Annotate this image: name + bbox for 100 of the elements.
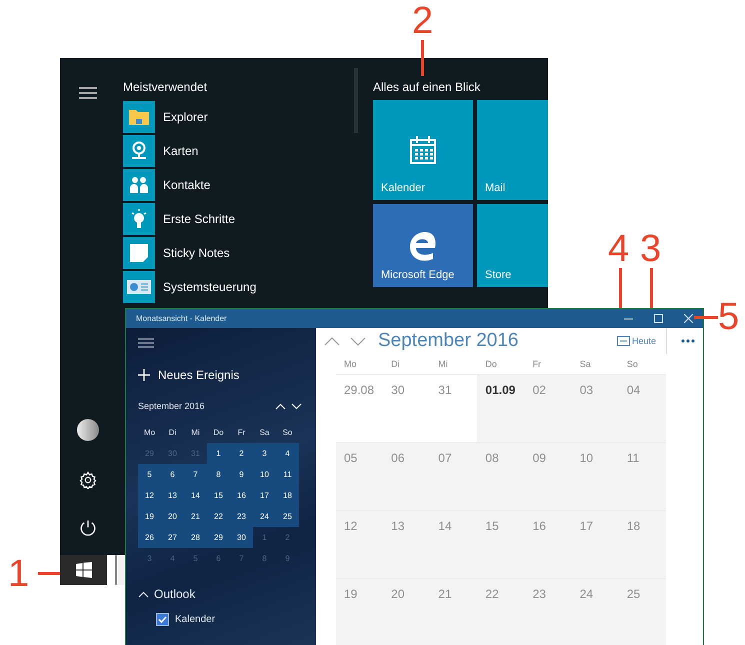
date-button[interactable]: 27 xyxy=(161,527,184,548)
date-button[interactable]: 29 xyxy=(138,443,161,464)
day-cell[interactable]: 03 xyxy=(572,375,619,442)
day-cell[interactable]: 18 xyxy=(618,511,666,578)
date-button[interactable]: 19 xyxy=(138,506,161,527)
date-button[interactable]: 5 xyxy=(138,464,161,485)
day-cell[interactable]: 14 xyxy=(430,511,478,578)
date-button[interactable]: 2 xyxy=(276,527,299,548)
day-cell[interactable]: 04 xyxy=(618,375,666,442)
date-button[interactable]: 2 xyxy=(230,443,253,464)
day-cell[interactable]: 06 xyxy=(383,443,430,510)
date-button[interactable]: 7 xyxy=(230,548,253,569)
app-list-item[interactable]: Sticky Notes xyxy=(115,236,355,270)
date-button[interactable]: 22 xyxy=(207,506,230,527)
date-button[interactable]: 21 xyxy=(184,506,207,527)
day-cell[interactable]: 24 xyxy=(572,579,619,645)
app-list-item[interactable]: Karten xyxy=(115,134,355,168)
date-button[interactable]: 17 xyxy=(253,485,276,506)
date-button[interactable]: 1 xyxy=(253,527,276,548)
menu-icon[interactable] xyxy=(138,336,154,350)
date-button[interactable]: 4 xyxy=(276,443,299,464)
date-button[interactable]: 1 xyxy=(207,443,230,464)
control-panel-icon xyxy=(127,280,151,294)
checkbox[interactable] xyxy=(156,613,169,626)
date-button[interactable]: 6 xyxy=(207,548,230,569)
tile-label: Kalender xyxy=(381,182,426,194)
date-button[interactable]: 25 xyxy=(276,506,299,527)
date-button[interactable]: 18 xyxy=(276,485,299,506)
date-button[interactable]: 8 xyxy=(253,548,276,569)
date-button[interactable]: 8 xyxy=(207,464,230,485)
app-list-item[interactable]: Erste Schritte xyxy=(115,202,355,236)
day-cell[interactable]: 21 xyxy=(430,579,478,645)
weekday-label: Fr xyxy=(236,427,246,439)
date-button[interactable]: 14 xyxy=(184,485,207,506)
date-button[interactable]: 20 xyxy=(161,506,184,527)
date-button[interactable]: 9 xyxy=(276,548,299,569)
app-tile[interactable]: Microsoft Edge xyxy=(373,204,473,287)
date-button[interactable]: 15 xyxy=(207,485,230,506)
app-list-item[interactable]: Explorer xyxy=(115,100,355,134)
weekday-label: Sa xyxy=(578,359,592,369)
date-button[interactable]: 4 xyxy=(161,548,184,569)
app-list-item[interactable]: Kontakte xyxy=(115,168,355,202)
day-cell[interactable]: 09 xyxy=(524,443,572,510)
date-button[interactable]: 3 xyxy=(253,443,276,464)
section-heading: Meistverwendet xyxy=(122,79,208,96)
day-cell[interactable]: 15 xyxy=(477,511,525,578)
day-cell[interactable]: 10 xyxy=(572,443,619,510)
lightbulb-icon xyxy=(130,208,148,230)
section-heading: Alles auf einen Blick xyxy=(373,79,482,96)
date-button[interactable]: 9 xyxy=(230,464,253,485)
chevron-up-icon xyxy=(138,590,149,598)
app-tile[interactable]: Mail xyxy=(477,100,548,200)
date-button[interactable]: 29 xyxy=(207,527,230,548)
day-cell[interactable]: 13 xyxy=(383,511,430,578)
day-cell[interactable]: 08 xyxy=(477,443,525,510)
date-button[interactable]: 16 xyxy=(230,485,253,506)
date-button[interactable]: 10 xyxy=(253,464,276,485)
day-cell[interactable]: 22 xyxy=(477,579,525,645)
weekday-label: Mi xyxy=(190,427,201,439)
windows-logo-icon[interactable] xyxy=(60,555,107,585)
weekday-label: Di xyxy=(168,427,178,439)
day-cell[interactable]: 05 xyxy=(336,443,384,510)
day-cell[interactable]: 20 xyxy=(383,579,430,645)
weekday-label: Mo xyxy=(343,359,358,369)
avatar-circle[interactable] xyxy=(76,419,98,441)
date-button[interactable]: 6 xyxy=(161,464,184,485)
day-cell[interactable]: 02 xyxy=(524,375,572,442)
tile-label: Microsoft Edge xyxy=(381,269,454,281)
month-label: September 2016 xyxy=(138,401,206,411)
weekday-label: So xyxy=(626,359,639,369)
account-toggle[interactable]: Outlook xyxy=(138,587,304,601)
date-button[interactable]: 13 xyxy=(161,485,184,506)
date-button[interactable]: 30 xyxy=(230,527,253,548)
calendar-icon xyxy=(616,336,630,346)
app-tile[interactable]: Kalender xyxy=(373,100,473,200)
search-field[interactable] xyxy=(115,555,125,585)
date-button[interactable]: 11 xyxy=(276,464,299,485)
date-button[interactable]: 3 xyxy=(138,548,161,569)
day-cell[interactable]: 17 xyxy=(572,511,619,578)
today-button[interactable]: Heute xyxy=(616,328,667,354)
date-button[interactable]: 7 xyxy=(184,464,207,485)
day-cell[interactable]: 12 xyxy=(336,511,384,578)
date-button[interactable]: 24 xyxy=(253,506,276,527)
day-cell[interactable]: 01.09 xyxy=(477,375,525,442)
date-button[interactable]: 12 xyxy=(138,485,161,506)
new-event-button[interactable]: Neues Ereignis xyxy=(138,368,304,382)
day-cell[interactable]: 11 xyxy=(618,443,666,510)
date-button[interactable]: 23 xyxy=(230,506,253,527)
day-cell[interactable]: 07 xyxy=(430,443,478,510)
people-icon xyxy=(129,176,149,194)
app-tile[interactable]: Store xyxy=(477,204,548,287)
day-cell[interactable]: 23 xyxy=(524,579,572,645)
date-button[interactable]: 5 xyxy=(184,548,207,569)
date-button[interactable]: 26 xyxy=(138,527,161,548)
day-cell[interactable]: 19 xyxy=(336,579,384,645)
date-button[interactable]: 28 xyxy=(184,527,207,548)
weekday-label: Do xyxy=(484,359,498,369)
day-cell[interactable]: 16 xyxy=(524,511,572,578)
app-list-item[interactable]: Systemsteuerung xyxy=(115,270,355,304)
day-cell[interactable]: 25 xyxy=(618,579,666,645)
